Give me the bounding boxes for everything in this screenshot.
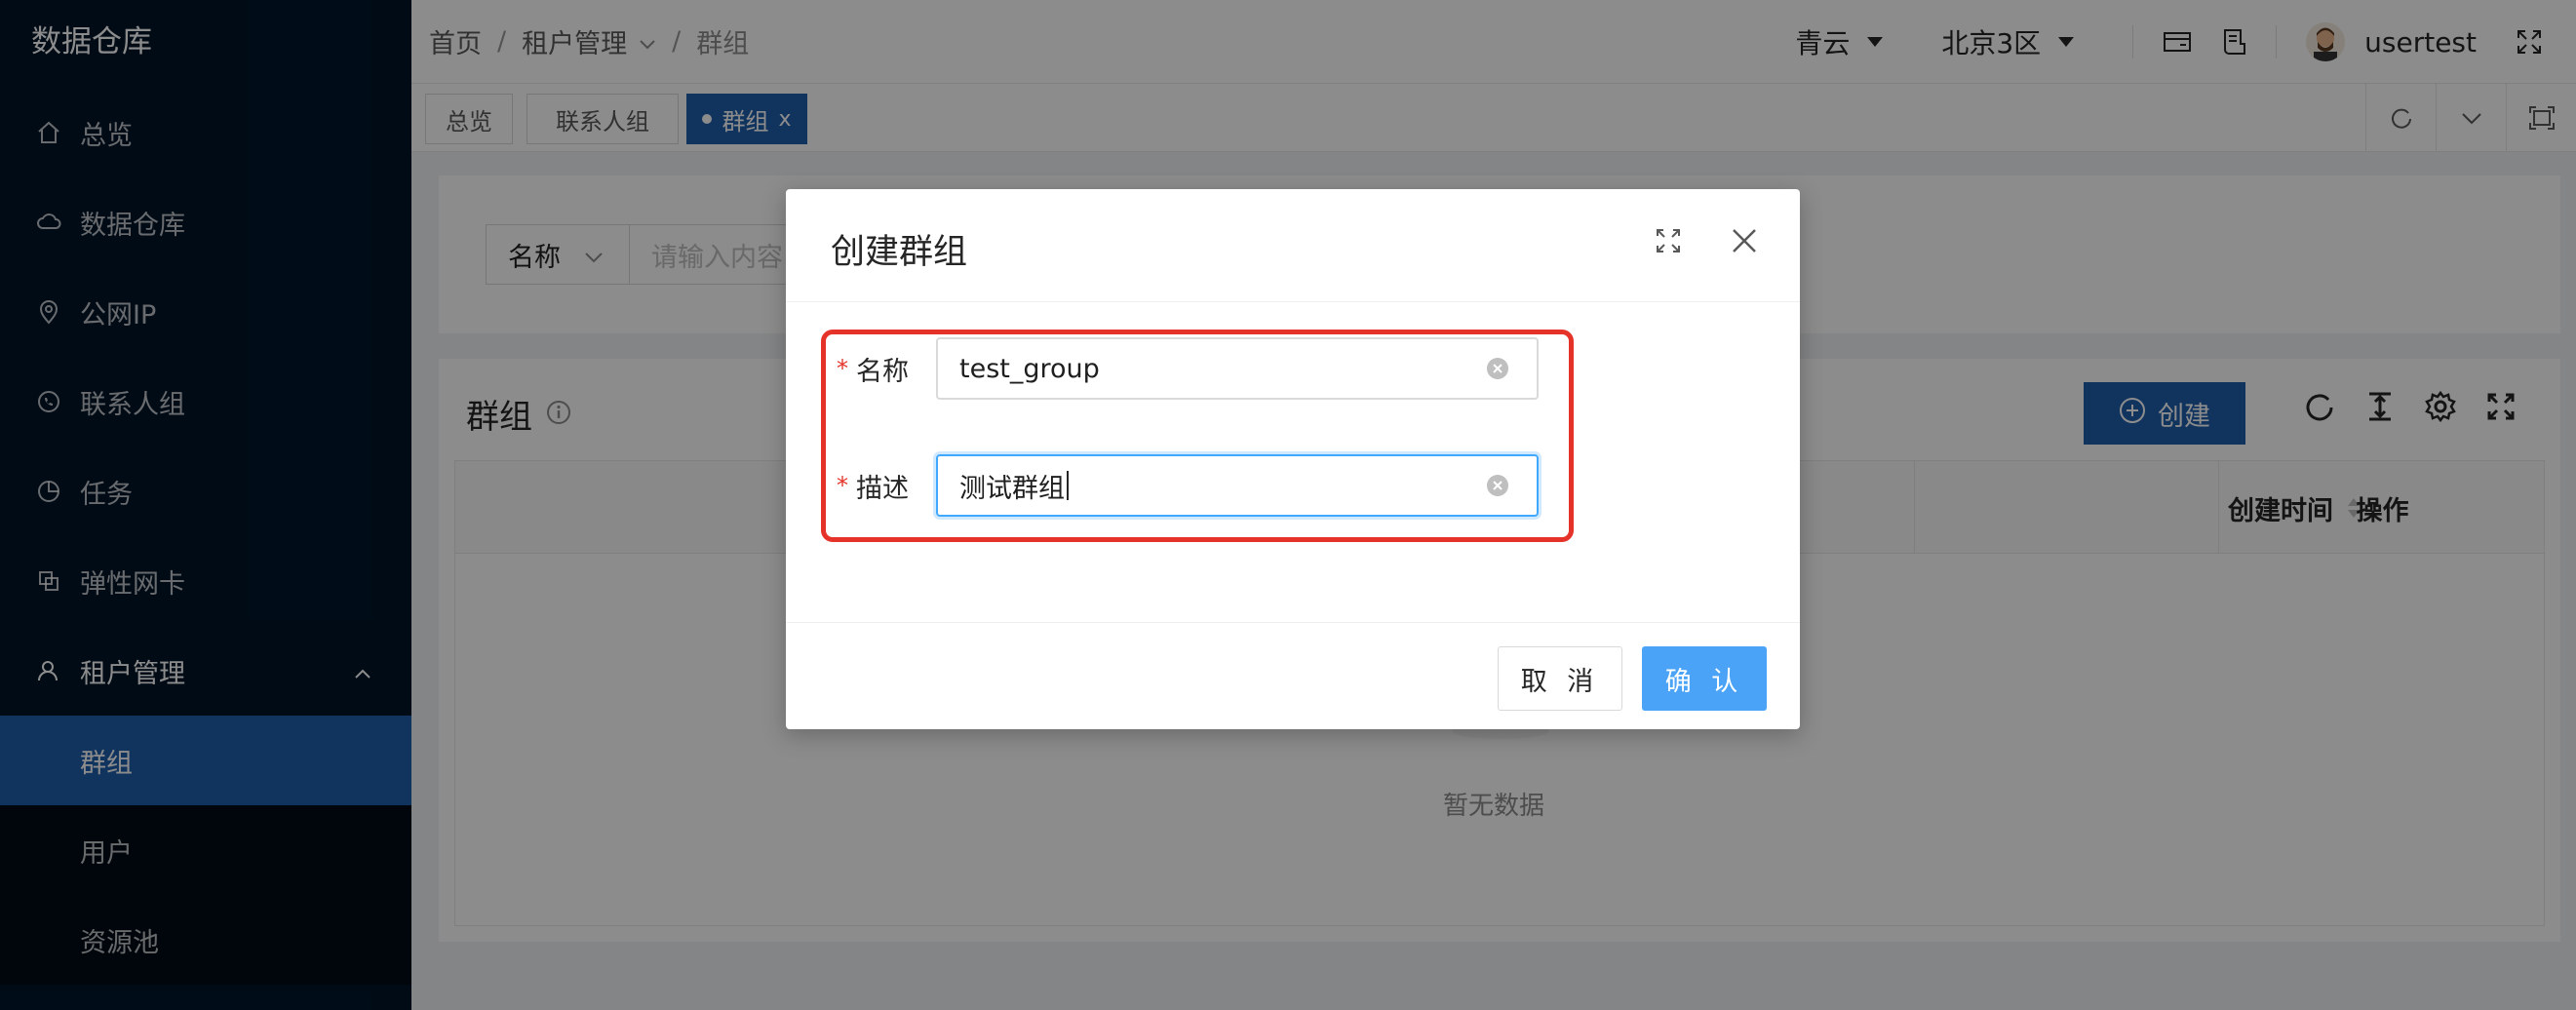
close-icon[interactable] — [1730, 226, 1759, 255]
form-label-description: * 描述 — [837, 467, 936, 505]
required-mark: * — [837, 355, 848, 382]
maximize-icon[interactable] — [1654, 226, 1683, 255]
modal-header: 创建群组 — [786, 189, 1800, 302]
label-text: 名称 — [856, 356, 909, 387]
create-group-modal: 创建群组 * 名称 test_group * 描述 测试群组 取 消 确 认 — [786, 189, 1800, 729]
modal-footer: 取 消 确 认 — [786, 622, 1800, 729]
form-row-description: * 描述 测试群组 — [837, 454, 1539, 517]
name-input-value: test_group — [959, 353, 1100, 384]
text-cursor — [1067, 471, 1069, 500]
clear-icon[interactable] — [1486, 474, 1509, 504]
cancel-button[interactable]: 取 消 — [1498, 646, 1622, 711]
description-input-value: 测试群组 — [959, 473, 1065, 504]
form-label-name: * 名称 — [837, 350, 936, 388]
description-input[interactable]: 测试群组 — [936, 454, 1539, 517]
required-mark: * — [837, 472, 848, 499]
modal-title: 创建群组 — [831, 233, 968, 272]
name-input[interactable]: test_group — [936, 337, 1539, 400]
form-row-name: * 名称 test_group — [837, 337, 1539, 400]
clear-icon[interactable] — [1486, 357, 1509, 387]
label-text: 描述 — [856, 473, 909, 504]
confirm-button[interactable]: 确 认 — [1642, 646, 1767, 711]
